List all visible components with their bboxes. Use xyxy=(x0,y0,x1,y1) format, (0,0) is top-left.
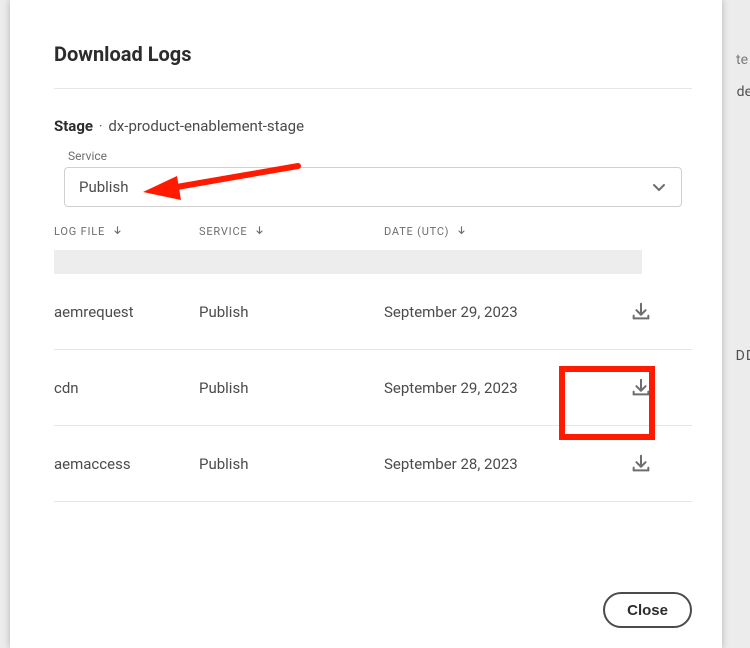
download-icon xyxy=(630,301,652,323)
header-date-label: DATE (UTC) xyxy=(384,225,449,238)
divider xyxy=(54,88,692,89)
cell-service: Publish xyxy=(199,379,384,397)
environment-label: Stage xyxy=(54,117,93,135)
sort-down-icon xyxy=(255,226,264,239)
download-icon xyxy=(630,453,652,475)
bg-frag-1: te xyxy=(736,52,748,68)
cell-action xyxy=(589,298,692,326)
service-field-label: Service xyxy=(68,149,692,163)
environment-line: Stage · dx-product-enablement-stage xyxy=(54,117,692,135)
download-logs-modal: Download Logs Stage · dx-product-enablem… xyxy=(10,0,722,648)
table-row: aemrequestPublishSeptember 29, 2023 xyxy=(54,274,692,350)
cell-date: September 29, 2023 xyxy=(384,379,589,397)
bg-frag-4: DD xyxy=(736,348,750,364)
cell-logfile: cdn xyxy=(54,379,199,397)
separator-dot: · xyxy=(99,117,103,135)
loading-placeholder-row xyxy=(54,250,642,274)
chevron-down-icon xyxy=(651,179,667,195)
bg-frag-2: de xyxy=(737,84,750,100)
header-date[interactable]: DATE (UTC) xyxy=(384,225,584,238)
download-icon xyxy=(630,377,652,399)
cell-action xyxy=(589,374,692,402)
table-headers: LOG FILE SERVICE DATE (UTC) xyxy=(54,225,692,246)
download-button[interactable] xyxy=(627,298,655,326)
cell-service: Publish xyxy=(199,455,384,473)
table-row: cdnPublishSeptember 29, 2023 xyxy=(54,350,692,426)
service-select-value: Publish xyxy=(79,178,128,196)
modal-title: Download Logs xyxy=(54,42,692,66)
download-button[interactable] xyxy=(627,374,655,402)
sort-down-icon xyxy=(457,226,466,239)
download-button[interactable] xyxy=(627,450,655,478)
cell-date: September 28, 2023 xyxy=(384,455,589,473)
table-row: aemaccessPublishSeptember 28, 2023 xyxy=(54,426,692,502)
close-button[interactable]: Close xyxy=(603,592,692,628)
cell-date: September 29, 2023 xyxy=(384,303,589,321)
header-service-label: SERVICE xyxy=(199,225,247,238)
environment-name: dx-product-enablement-stage xyxy=(108,117,304,135)
sort-down-icon xyxy=(113,226,122,239)
header-logfile-label: LOG FILE xyxy=(54,225,105,238)
cell-action xyxy=(589,450,692,478)
cell-logfile: aemaccess xyxy=(54,455,199,473)
bg-frag-3: vn xyxy=(0,344,2,360)
modal-footer: Close xyxy=(54,572,692,628)
header-action xyxy=(584,225,692,238)
header-service[interactable]: SERVICE xyxy=(199,225,384,238)
service-select[interactable]: Publish xyxy=(64,167,682,207)
cell-service: Publish xyxy=(199,303,384,321)
header-logfile[interactable]: LOG FILE xyxy=(54,225,199,238)
cell-logfile: aemrequest xyxy=(54,303,199,321)
